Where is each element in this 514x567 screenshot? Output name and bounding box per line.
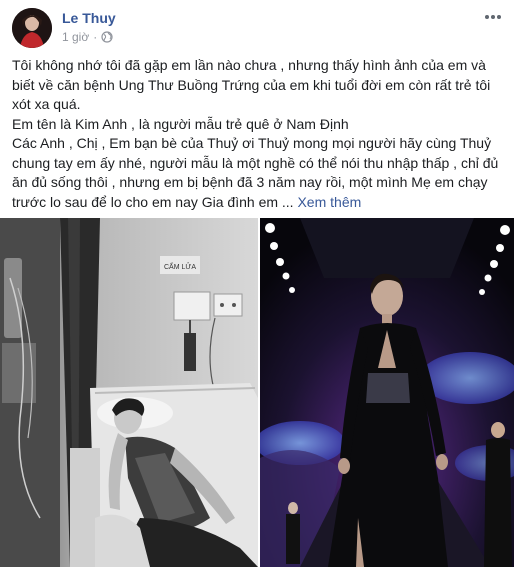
hospital-photo[interactable]: CẤM LỬA — [0, 218, 258, 567]
meta-separator: · — [93, 30, 98, 44]
see-more-link[interactable]: Xem thêm — [297, 194, 361, 210]
author-name[interactable]: Le Thuy — [62, 10, 116, 26]
more-horizontal-icon[interactable] — [482, 8, 504, 26]
post-time[interactable]: 1 giờ — [62, 30, 89, 44]
post-body: Tôi không nhớ tôi đã gặp em lần nào chưa… — [12, 56, 502, 212]
author-avatar[interactable] — [12, 8, 52, 48]
post-paragraph: Tôi không nhớ tôi đã gặp em lần nào chưa… — [12, 57, 491, 112]
runway-photo[interactable] — [260, 218, 514, 567]
post-paragraph: Các Anh , Chị , Em bạn bè của Thuỷ ơi Th… — [12, 134, 502, 212]
post-paragraph-text: Các Anh , Chị , Em bạn bè của Thuỷ ơi Th… — [12, 135, 499, 210]
post-paragraph: Em tên là Kim Anh , là người mẫu trẻ quê… — [12, 115, 349, 132]
globe-icon[interactable] — [101, 31, 113, 43]
facebook-post: Le Thuy 1 giờ · Tôi không nhớ tôi đã gặp… — [0, 0, 514, 567]
photo-grid: CẤM LỬA — [0, 218, 514, 567]
post-meta: 1 giờ · — [62, 30, 113, 44]
post-header: Le Thuy 1 giờ · — [10, 8, 504, 48]
